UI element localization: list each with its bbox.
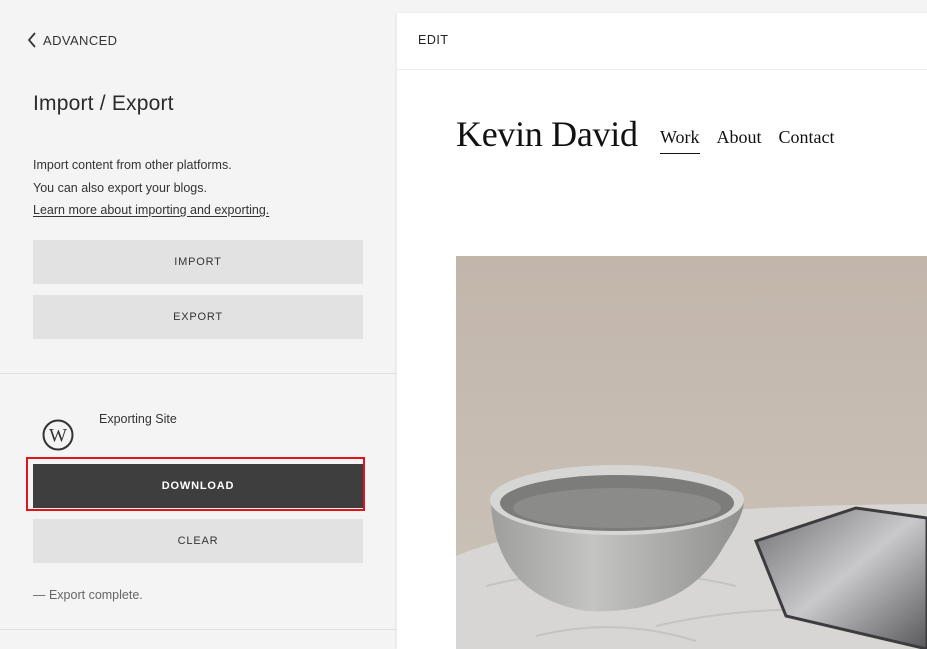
nav-item-contact[interactable]: Contact (779, 127, 835, 154)
svg-text:W: W (49, 426, 67, 447)
learn-more-link[interactable]: Learn more about importing and exporting… (33, 199, 269, 222)
description-line-1: Import content from other platforms. (33, 158, 232, 172)
panel-title: Import / Export (33, 92, 174, 115)
nav-item-work[interactable]: Work (660, 127, 700, 154)
section-divider (0, 373, 396, 374)
import-button[interactable]: IMPORT (33, 240, 363, 284)
wordpress-icon: W (42, 419, 74, 451)
exporting-site-label: Exporting Site (99, 412, 177, 426)
back-label: ADVANCED (43, 32, 118, 48)
nav-item-about[interactable]: About (717, 127, 762, 154)
site-preview: EDIT Kevin David Work About Contact (397, 13, 927, 649)
edit-button[interactable]: EDIT (418, 33, 448, 47)
site-nav: Work About Contact (660, 127, 835, 154)
description-line-2: You can also export your blogs. (33, 180, 207, 195)
export-button[interactable]: EXPORT (33, 295, 363, 339)
chevron-left-icon (27, 32, 36, 48)
bottom-divider (0, 629, 396, 630)
import-export-panel: ADVANCED Import / Export Import content … (0, 0, 396, 649)
hero-image (456, 256, 927, 649)
clear-button[interactable]: CLEAR (33, 519, 363, 563)
download-button[interactable]: DOWNLOAD (33, 464, 363, 508)
panel-description: Import content from other platforms. You… (33, 154, 269, 222)
edit-bar: EDIT (397, 13, 927, 70)
back-to-advanced-link[interactable]: ADVANCED (27, 32, 117, 48)
export-status: — Export complete. (33, 588, 143, 602)
site-title[interactable]: Kevin David (456, 113, 638, 155)
